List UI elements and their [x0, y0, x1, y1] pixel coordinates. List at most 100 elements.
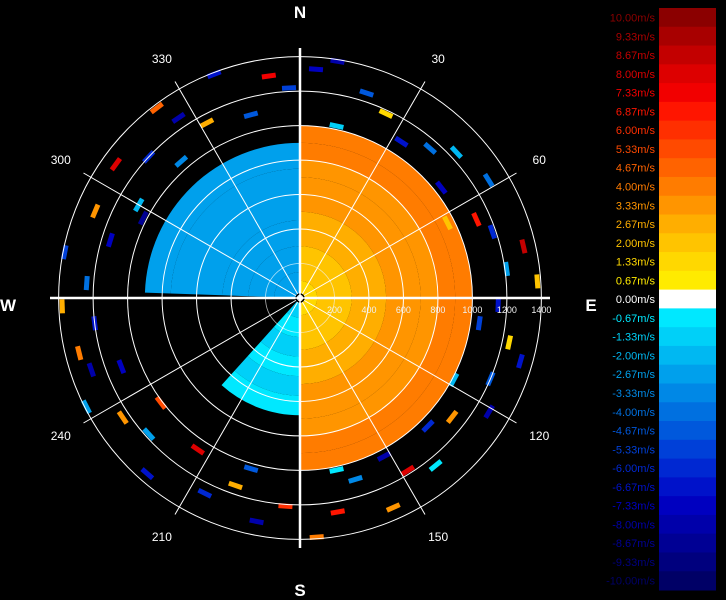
bearing-label: 330 [152, 52, 172, 66]
range-tick-label: 1200 [497, 305, 517, 315]
velocity-gate [348, 474, 363, 484]
velocity-gate [86, 362, 96, 378]
colorbar-label: -2.00m/s [612, 350, 655, 362]
velocity-gate [505, 335, 514, 350]
velocity-gate [243, 464, 259, 474]
colorbar-swatch [659, 533, 716, 553]
polar-grid [50, 48, 550, 548]
colorbar-swatch [659, 8, 716, 28]
colorbar-swatch [659, 364, 716, 384]
colorbar-label: 8.00m/s [616, 69, 656, 81]
velocity-gate [140, 467, 155, 481]
colorbar-label: 8.67m/s [616, 50, 656, 62]
velocity-gate [249, 517, 264, 526]
colorbar-swatch [659, 120, 716, 140]
velocity-gate [359, 88, 375, 98]
velocity-gate [385, 502, 401, 513]
colorbar-label: -8.00m/s [612, 519, 655, 531]
velocity-gate [116, 410, 129, 425]
colorbar-label: -9.33m/s [612, 557, 655, 569]
velocity-gate [75, 345, 84, 361]
velocity-gate [475, 315, 483, 331]
range-tick-label: 200 [327, 305, 342, 315]
velocity-gate [483, 404, 495, 419]
colorbar-label: 3.33m/s [616, 200, 656, 212]
colorbar-label: -10.00m/s [606, 576, 655, 588]
colorbar-swatch [659, 176, 716, 197]
colorbar-label: 4.00m/s [616, 181, 656, 193]
velocity-gate [81, 399, 92, 415]
velocity-gate [243, 110, 259, 120]
colorbar-swatch [659, 289, 716, 309]
bearing-label: 210 [152, 530, 172, 544]
colorbar: 10.00m/s 9.33m/s 8.67m/s 8.00m/s 7.33m/s 6.87… [606, 8, 716, 591]
velocity-gate [109, 157, 123, 172]
colorbar-swatch [659, 477, 716, 497]
velocity-gate [90, 203, 101, 219]
colorbar-swatch [659, 45, 716, 65]
colorbar-label: -5.33m/s [612, 444, 655, 456]
velocity-gate [83, 275, 90, 291]
colorbar-label: -6.00m/s [612, 463, 655, 475]
bearing-label: 240 [51, 429, 71, 443]
velocity-gate [471, 212, 482, 227]
colorbar-swatch [659, 327, 716, 347]
velocity-gate [394, 135, 409, 148]
colorbar-label: -3.33m/s [612, 388, 655, 400]
colorbar-label: 10.00m/s [610, 13, 656, 25]
colorbar-swatch [659, 345, 716, 366]
colorbar-label: -7.33m/s [612, 501, 655, 513]
colorbar-label: -8.67m/s [612, 538, 655, 550]
colorbar-swatch [659, 270, 716, 291]
velocity-gate [261, 72, 277, 80]
colorbar-label: 5.33m/s [616, 144, 656, 156]
colorbar-swatch [659, 571, 716, 591]
range-tick-label: 600 [396, 305, 411, 315]
colorbar-swatch [659, 195, 716, 216]
range-tick-label: 800 [430, 305, 445, 315]
velocity-gate [190, 443, 206, 456]
velocity-gate [308, 66, 324, 73]
velocity-gate [154, 395, 168, 410]
colorbar-label: -0.67m/s [612, 313, 655, 325]
colorbar-swatch [659, 214, 716, 234]
velocity-gate [516, 353, 525, 369]
colorbar-label: -1.33m/s [612, 332, 655, 344]
range-tick-label: 1000 [462, 305, 482, 315]
colorbar-label: 6.87m/s [616, 106, 656, 118]
velocity-gate [59, 299, 65, 314]
colorbar-swatch [659, 83, 716, 103]
colorbar-swatch [659, 139, 716, 159]
velocity-gate [534, 274, 541, 289]
velocity-gate [330, 508, 346, 516]
colorbar-label: 6.00m/s [616, 125, 656, 137]
colorbar-swatch [659, 514, 716, 535]
bearing-label: 30 [431, 52, 445, 66]
colorbar-swatch [659, 458, 716, 478]
velocity-gate [421, 419, 435, 433]
bearing-label: 300 [51, 153, 71, 167]
bearing-label: 60 [533, 153, 547, 167]
colorbar-label: -2.67m/s [612, 369, 655, 381]
colorbar-swatch [659, 496, 716, 516]
colorbar-swatch [659, 26, 716, 47]
velocity-gate [228, 480, 243, 491]
velocity-gate [116, 359, 127, 375]
velocity-gate [423, 141, 438, 155]
colorbar-swatch [659, 158, 716, 178]
colorbar-swatch [659, 402, 716, 422]
velocity-gate [445, 409, 459, 424]
colorbar-swatch [659, 64, 716, 84]
colorbar-label: -6.67m/s [612, 482, 655, 494]
bearing-label: 120 [529, 429, 549, 443]
range-tick-label: 400 [361, 305, 376, 315]
colorbar-label: 4.67m/s [616, 163, 656, 175]
velocity-gate [482, 172, 495, 188]
velocity-gate [105, 232, 115, 248]
velocity-gate [519, 239, 528, 254]
colorbar-swatch [659, 421, 716, 441]
colorbar-label: 7.33m/s [616, 88, 656, 100]
colorbar-label: 0.67m/s [616, 275, 656, 287]
colorbar-swatch [659, 252, 716, 272]
velocity-gate [197, 487, 213, 499]
